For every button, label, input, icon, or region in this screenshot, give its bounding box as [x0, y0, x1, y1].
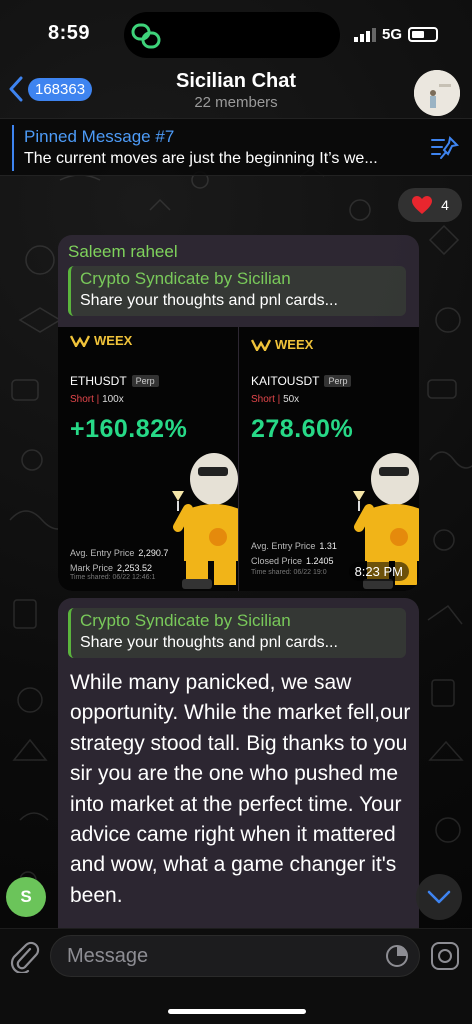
link-chain-icon	[131, 23, 161, 49]
signal-icon	[353, 27, 376, 42]
status-bar: 8:59 5G	[0, 0, 472, 62]
reply-text: Share your thoughts and pnl cards...	[80, 292, 338, 309]
chevron-left-icon	[9, 76, 23, 102]
weex-logo-icon	[70, 334, 90, 347]
perp-tag: Perp	[324, 375, 352, 387]
pinned-title: Pinned Message #7	[24, 127, 175, 146]
reply-text: Share your thoughts and pnl cards...	[80, 634, 338, 651]
time-shared: Time shared: 06/22 12:46:1	[70, 574, 156, 581]
sticker-icon[interactable]	[385, 944, 409, 968]
position-side: Short | 100x	[70, 394, 124, 405]
chevron-down-icon	[427, 890, 451, 904]
reply-title: Crypto Syndicate by Sicilian	[80, 611, 291, 630]
time-shared: Time shared: 06/22 19:0	[251, 569, 327, 576]
weex-logo: WEEX	[251, 337, 313, 352]
trade-pair: ETHUSDT Perp	[70, 374, 159, 388]
message-text: While many panicked, we saw opportunity.…	[70, 671, 411, 907]
battery-icon	[408, 27, 438, 42]
unread-count-badge: 168363	[28, 77, 93, 101]
message-field[interactable]	[50, 935, 420, 977]
scroll-down-button[interactable]	[416, 874, 462, 920]
reaction-count: 4	[441, 197, 449, 213]
pnl-card-images[interactable]: WEEX ETHUSDT Perp Short | 100x +160.82%	[58, 327, 419, 591]
weex-logo-icon	[251, 338, 271, 351]
avg-entry-price: Avg. Entry Price 1.31	[251, 541, 337, 551]
mascot-illustration	[172, 453, 238, 589]
closed-price: Closed Price 1.2405	[251, 556, 334, 566]
pnl-card[interactable]: WEEX KAITOUSDT Perp Short | 50x 278.60%	[239, 327, 419, 591]
network-label: 5G	[381, 26, 402, 43]
paperclip-icon[interactable]	[10, 941, 40, 973]
status-time: 8:59	[48, 22, 91, 44]
reply-quote[interactable]: Crypto Syndicate by Sicilian Share your …	[68, 266, 406, 316]
reply-title: Crypto Syndicate by Sicilian	[80, 269, 291, 288]
message-composer	[0, 928, 472, 1024]
back-button[interactable]: 168363	[8, 76, 93, 102]
pinned-text: The current moves are just the beginning…	[24, 150, 378, 167]
message-bubble[interactable]: Saleem raheel Crypto Syndicate by Sicili…	[58, 235, 419, 591]
trade-pair: KAITOUSDT Perp	[251, 374, 352, 388]
reply-quote[interactable]: Crypto Syndicate by Sicilian Share your …	[68, 608, 406, 658]
pinned-indicator	[12, 125, 14, 171]
status-indicators: 5G	[353, 26, 438, 43]
camera-icon[interactable]	[430, 941, 460, 971]
chat-screen: 8:59 5G Sicilian Chat 22 members 168363	[0, 0, 472, 1024]
heart-icon	[412, 196, 433, 214]
chat-header: Sicilian Chat 22 members 168363	[0, 62, 472, 120]
pnl-percentage: 278.60%	[251, 415, 354, 443]
group-avatar-image	[414, 70, 460, 116]
sender-name[interactable]: Saleem raheel	[68, 242, 178, 262]
reaction-chip[interactable]: 4	[398, 188, 462, 222]
group-avatar[interactable]	[414, 70, 460, 116]
pinned-list-icon[interactable]	[430, 134, 460, 162]
weex-logo: WEEX	[70, 333, 132, 348]
message-input[interactable]	[67, 936, 367, 976]
message-bubble[interactable]: Crypto Syndicate by Sicilian Share your …	[58, 598, 419, 928]
position-side: Short | 50x	[251, 394, 300, 405]
home-indicator	[168, 1009, 306, 1014]
avg-entry-price: Avg. Entry Price 2,290.7	[70, 548, 169, 558]
sender-avatar[interactable]: S	[6, 877, 46, 917]
pinned-message-bar[interactable]: Pinned Message #7 The current moves are …	[0, 118, 472, 176]
pnl-card[interactable]: WEEX ETHUSDT Perp Short | 100x +160.82%	[58, 327, 238, 591]
mark-price: Mark Price 2,253.52	[70, 563, 153, 573]
perp-tag: Perp	[131, 375, 159, 387]
message-time: 8:23 PM	[348, 562, 409, 581]
